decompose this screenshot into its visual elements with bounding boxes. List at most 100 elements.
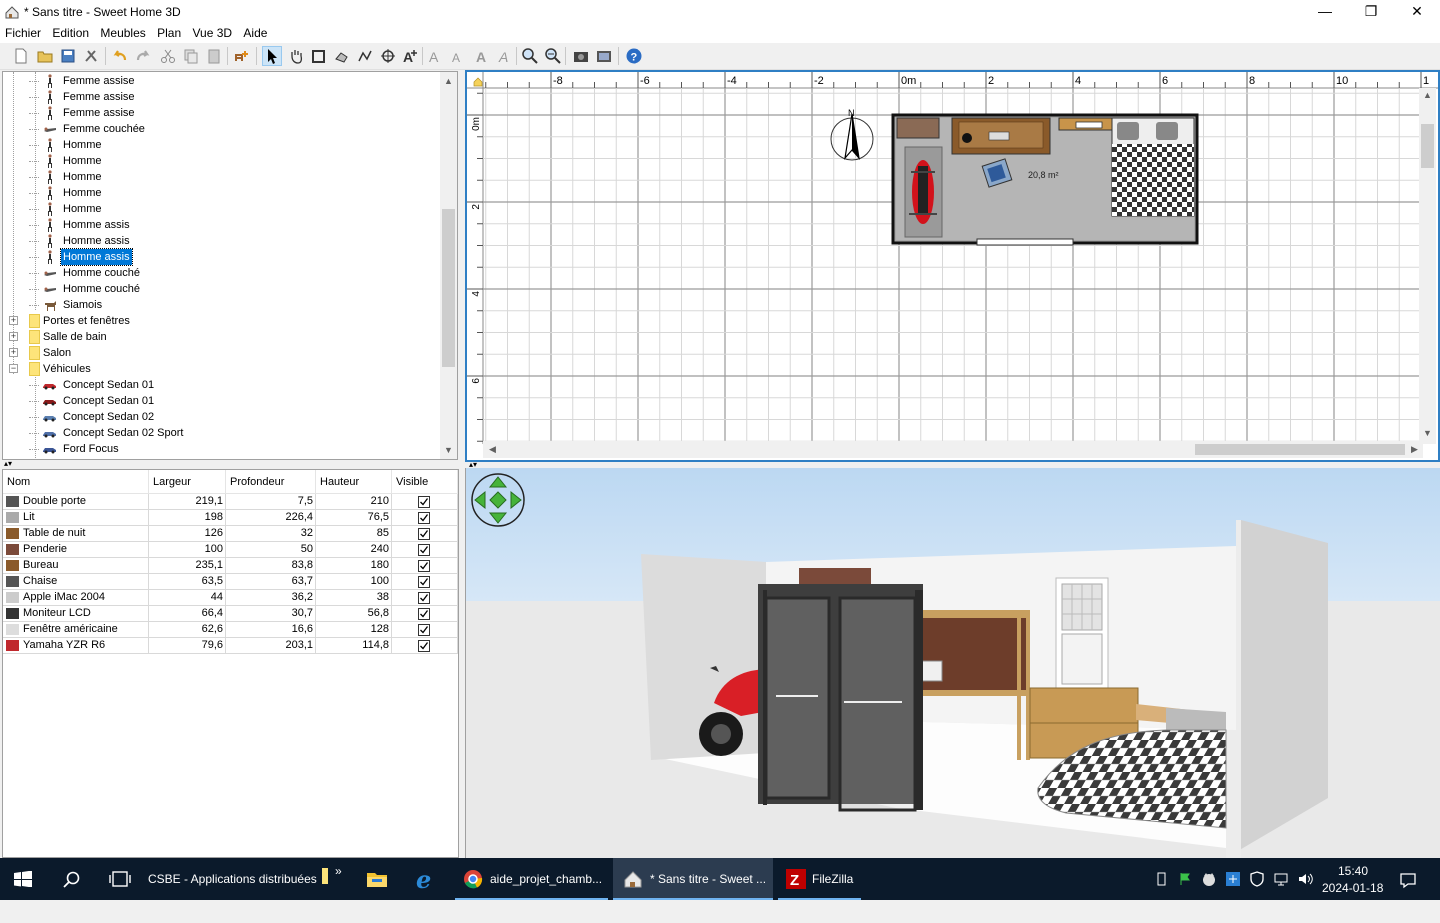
open-icon[interactable]: [36, 47, 54, 65]
usb-tray-icon[interactable]: [1153, 871, 1169, 887]
maximize-button[interactable]: ❐: [1348, 0, 1394, 24]
expand-icon[interactable]: +: [9, 332, 18, 341]
new-home-icon[interactable]: [12, 47, 30, 65]
plan-scroll-up-icon[interactable]: ▲: [1423, 90, 1432, 100]
zoom-out-icon[interactable]: [544, 47, 562, 65]
taskbar-item-filezilla[interactable]: Z FileZilla: [778, 858, 861, 900]
furniture-list-table[interactable]: Nom Largeur Profondeur Hauteur Visible D…: [2, 469, 459, 858]
3d-double-door[interactable]: [758, 584, 923, 812]
scroll-left-icon[interactable]: ◀: [489, 444, 496, 455]
view-3d[interactable]: [465, 468, 1440, 858]
visible-checkbox[interactable]: [418, 528, 430, 540]
table-row[interactable]: Table de nuit 126 32 85: [3, 526, 458, 542]
visible-checkbox[interactable]: [418, 496, 430, 508]
network-blue-tray-icon[interactable]: [1225, 871, 1241, 887]
green-flag-tray-icon[interactable]: [1177, 871, 1193, 887]
cat-tray-icon[interactable]: [1201, 871, 1217, 887]
taskbar-item-chrome[interactable]: aide_projet_chamb...: [455, 858, 608, 900]
expand-icon[interactable]: +: [9, 316, 18, 325]
pan-mode-icon[interactable]: [287, 47, 305, 65]
visible-checkbox[interactable]: [418, 560, 430, 572]
furniture-catalog-tree[interactable]: Femme assise Femme assise Femme assise Femm…: [2, 71, 458, 460]
plan-motorcycle[interactable]: [904, 146, 943, 238]
shield-tray-icon[interactable]: [1249, 871, 1265, 887]
plan-vscroll-thumb[interactable]: [1421, 124, 1434, 168]
catalog-category[interactable]: + Salon: [3, 345, 403, 361]
col-header-largeur[interactable]: Largeur: [149, 470, 226, 494]
table-row[interactable]: Yamaha YZR R6 79,6 203,1 114,8: [3, 638, 458, 654]
save-icon[interactable]: [59, 47, 77, 65]
plan-vertical-scrollbar[interactable]: ▲ ▼: [1419, 88, 1436, 444]
italic-text-icon[interactable]: A: [496, 47, 514, 65]
menu-plan[interactable]: Plan: [153, 24, 185, 43]
create-photo-icon[interactable]: [572, 47, 590, 65]
plan-window[interactable]: [1075, 121, 1103, 129]
3d-navigation-arrows[interactable]: [471, 473, 525, 527]
plan-view[interactable]: -8 -6 -4 -2 0m 2 4 6 8 10 1 0m 2 4 6 N 2…: [465, 70, 1440, 462]
catalog-category[interactable]: − Véhicules: [3, 361, 403, 377]
3d-window[interactable]: [1055, 577, 1109, 689]
create-walls-icon[interactable]: [310, 47, 328, 65]
table-row[interactable]: Fenêtre américaine 62,6 16,6 128: [3, 622, 458, 638]
plan-hscroll-thumb[interactable]: [1195, 444, 1405, 455]
create-rooms-icon[interactable]: [333, 47, 351, 65]
menu-fichier[interactable]: Fichier: [0, 24, 45, 43]
scroll-down-icon[interactable]: ▼: [444, 445, 453, 455]
taskbar-item-sweet-home[interactable]: * Sans titre - Sweet ...: [613, 858, 773, 900]
collapse-icon[interactable]: −: [9, 364, 18, 373]
cut-icon[interactable]: [159, 47, 177, 65]
catalog-scroll-thumb[interactable]: [442, 209, 455, 367]
add-furniture-icon[interactable]: [233, 47, 251, 65]
decrease-text-icon[interactable]: A: [450, 47, 468, 65]
preferences-icon[interactable]: [82, 47, 100, 65]
menu-vue-3d[interactable]: Vue 3D: [188, 24, 236, 43]
col-header-profondeur[interactable]: Profondeur: [226, 470, 316, 494]
zoom-in-icon[interactable]: [521, 47, 539, 65]
add-text-icon[interactable]: A: [401, 47, 419, 65]
visible-checkbox[interactable]: [418, 544, 430, 556]
paste-icon[interactable]: [205, 47, 223, 65]
table-row[interactable]: Apple iMac 2004 44 36,2 38: [3, 590, 458, 606]
create-polylines-icon[interactable]: [356, 47, 374, 65]
taskbar-toolbar-csbe[interactable]: CSBE - Applications distribuées: [148, 858, 317, 900]
search-icon[interactable]: [63, 871, 81, 889]
create-dimensions-icon[interactable]: [379, 47, 397, 65]
col-header-visible[interactable]: Visible: [392, 470, 458, 494]
table-row[interactable]: Bureau 235,1 83,8 180: [3, 558, 458, 574]
task-view-icon[interactable]: [109, 871, 131, 887]
network-tray-icon[interactable]: [1273, 871, 1289, 887]
menu-aide[interactable]: Aide: [239, 24, 271, 43]
visible-checkbox[interactable]: [418, 576, 430, 588]
catalog-category[interactable]: + Portes et fenêtres: [3, 313, 403, 329]
create-video-icon[interactable]: [595, 47, 613, 65]
minimize-button[interactable]: —: [1302, 0, 1348, 24]
expand-icon[interactable]: +: [9, 348, 18, 357]
visible-checkbox[interactable]: [418, 640, 430, 652]
splitter-arrows-icon[interactable]: ▴▾: [4, 460, 12, 468]
plan-horizontal-scrollbar[interactable]: ◀ ▶: [483, 441, 1423, 458]
col-header-nom[interactable]: Nom: [3, 470, 149, 494]
table-row[interactable]: Chaise 63,5 63,7 100: [3, 574, 458, 590]
bold-text-icon[interactable]: A: [473, 47, 491, 65]
visible-checkbox[interactable]: [418, 608, 430, 620]
visible-checkbox[interactable]: [418, 592, 430, 604]
redo-icon[interactable]: [134, 47, 152, 65]
edge-browser-icon[interactable]: e: [415, 867, 439, 891]
copy-icon[interactable]: [182, 47, 200, 65]
undo-icon[interactable]: [111, 47, 129, 65]
plan-bed[interactable]: [1111, 117, 1195, 217]
scroll-up-icon[interactable]: ▲: [444, 76, 453, 86]
visible-checkbox[interactable]: [418, 624, 430, 636]
file-explorer-icon[interactable]: [366, 869, 388, 889]
help-icon[interactable]: ?: [625, 47, 643, 65]
table-row[interactable]: Double porte 219,1 7,5 210: [3, 494, 458, 510]
plan-scroll-down-icon[interactable]: ▼: [1423, 428, 1432, 438]
clock-date[interactable]: 2024-01-18: [1322, 881, 1383, 923]
compass[interactable]: N: [830, 108, 874, 161]
menu-meubles[interactable]: Meubles: [96, 24, 149, 43]
plan-canvas[interactable]: -8 -6 -4 -2 0m 2 4 6 8 10 10m246 N 20,8 …: [467, 72, 1438, 460]
close-button[interactable]: ✕: [1394, 0, 1440, 24]
plan-wardrobe[interactable]: [896, 117, 940, 139]
notifications-icon[interactable]: [1399, 871, 1417, 889]
view-3d-canvas[interactable]: [466, 468, 1440, 858]
